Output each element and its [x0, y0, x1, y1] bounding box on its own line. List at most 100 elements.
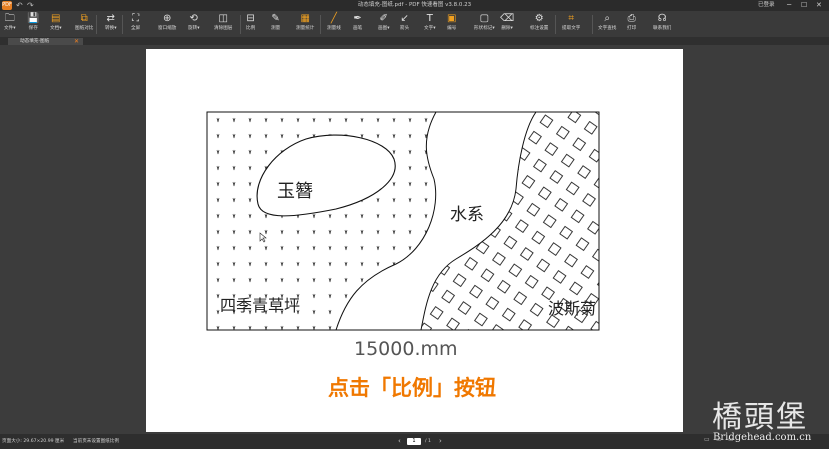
page-number-input[interactable]: 1 — [407, 438, 421, 445]
toolbar-label: 窗口缩放 — [158, 26, 177, 31]
toolbar-separator — [240, 15, 241, 34]
rotate-button[interactable]: ⟲ 旋转▾ — [188, 11, 200, 37]
chrysanthemum-hatch — [421, 112, 599, 330]
document-tab-bar: 动态填充-图纸 ✕ — [0, 37, 829, 45]
toolbar-label: 测量统计 — [296, 26, 315, 31]
pen-icon: ✒ — [353, 13, 362, 24]
measure-icon: ✎ — [271, 13, 280, 24]
save-icon: 💾 — [27, 13, 40, 24]
toolbar-label: 文档▾ — [50, 26, 62, 31]
number-icon: ▣ — [447, 13, 457, 24]
dimension-label: 15000.mm — [354, 338, 458, 360]
fullscreen-icon: ⛶ — [132, 13, 140, 24]
watermark-logo: 橋頭堡 — [712, 400, 808, 435]
label-chrysanthemum: 波斯菊 — [548, 299, 596, 318]
convert-button[interactable]: ⇄ 转换▾ — [105, 11, 117, 37]
measure-stats-button[interactable]: ▦ 测量统计 — [296, 11, 314, 37]
toolbar-label: 清除图层 — [214, 26, 233, 31]
watermark-url: Bridgehead.com.cn — [713, 432, 812, 443]
layer-icon: ◫ — [218, 13, 228, 24]
print-icon: ⎙ — [627, 13, 636, 24]
toolbar-label: 标注设置 — [530, 26, 549, 31]
erase-content-button[interactable]: ◫ 清除图层 — [214, 11, 232, 37]
fullscreen-button[interactable]: ⛶ 全屏 — [131, 11, 140, 37]
window-zoom-button[interactable]: ⊕ 窗口缩放 — [158, 11, 176, 37]
toolbar-label: 形状标记▾ — [474, 26, 495, 31]
toolbar-label: 画图▾ — [378, 26, 390, 31]
arrow-button[interactable]: ↙ 箭头 — [400, 11, 409, 37]
save-button[interactable]: 💾 保存 — [27, 11, 39, 37]
tab-label: 动态填充-图纸 — [20, 39, 50, 44]
label-jade: 玉簪 — [277, 181, 313, 202]
print-button[interactable]: ⎙ 打印 — [627, 11, 636, 37]
shape-button[interactable]: ✐ 画图▾ — [378, 11, 390, 37]
search-icon: ⌕ — [604, 13, 610, 24]
next-page-icon[interactable]: › — [439, 434, 442, 449]
delete-button[interactable]: ⌫ 删除▾ — [500, 11, 514, 37]
scale-hint[interactable]: 当前页未设置图纸比例 — [73, 434, 119, 449]
title-bar: PDF ↶ ↷ 动态填充-图纸.pdf - PDF 快速看图 v3.8.0.23… — [0, 0, 829, 11]
file-button[interactable]: 🗀 文件▾ — [4, 11, 16, 37]
toolbar-label: 保存 — [28, 26, 38, 31]
shape-mark-button[interactable]: ▢ 形状标记▾ — [474, 11, 495, 37]
toolbar-label: 联系我们 — [653, 26, 672, 31]
extract-text-button[interactable]: ⌗ 提取文字 — [562, 11, 580, 37]
rotate-icon: ⟲ — [189, 13, 198, 24]
toolbar-label: 删除▾ — [501, 26, 513, 31]
window-title: 动态填充-图纸.pdf - PDF 快速看图 v3.8.0.23 — [357, 2, 472, 8]
line-button[interactable]: ╱ 测量线 — [327, 11, 341, 37]
view-single-icon[interactable]: ▭ — [704, 436, 710, 443]
toolbar-label: 比例 — [246, 26, 256, 31]
page-total: / 1 — [425, 439, 431, 444]
toolbar-label: 打印 — [627, 26, 637, 31]
toolbar-label: 提取文字 — [562, 26, 581, 31]
folder-icon: 🗀 — [4, 13, 15, 24]
toolbar-label: 画笔 — [353, 26, 363, 31]
toolbar-label: 箭头 — [400, 26, 410, 31]
toolbar-label: 文字查找 — [598, 26, 617, 31]
toolbar-label: 转换▾ — [105, 26, 117, 31]
toolbar-label: 图纸对比 — [75, 26, 94, 31]
arrow-icon: ↙ — [400, 13, 409, 24]
text-search-button[interactable]: ⌕ 文字查找 — [598, 11, 616, 37]
doc-button[interactable]: ▤ 文档▾ — [50, 11, 62, 37]
minimize-icon[interactable]: ─ — [787, 0, 791, 11]
scale-icon: ⊟ — [246, 13, 255, 24]
mark-settings-button[interactable]: ⚙ 标注设置 — [530, 11, 548, 37]
toolbar-label: 全屏 — [131, 26, 141, 31]
line-icon: ╱ — [330, 13, 337, 24]
stats-icon: ▦ — [300, 13, 310, 24]
measure-button[interactable]: ✎ 测量 — [271, 11, 280, 37]
scale-button[interactable]: ⊟ 比例 — [246, 11, 255, 37]
document-icon: ▤ — [51, 13, 61, 24]
contact-button[interactable]: ☊ 联系我们 — [653, 11, 671, 37]
label-water: 水系 — [450, 205, 484, 225]
toolbar-label: 文字▾ — [424, 26, 436, 31]
text-button[interactable]: T 文字▾ — [424, 11, 436, 37]
main-toolbar: 🗀 文件▾ 💾 保存 ▤ 文档▾ ⧉ 图纸对比 ⇄ 转换▾ ⛶ 全屏 ⊕ 窗口缩放 ⟲ 旋转▾ ◫ 清除图层 ⊟ 比例… — [0, 11, 829, 37]
toolbar-label: 旋转▾ — [188, 26, 200, 31]
close-window-icon[interactable]: ✕ — [816, 0, 822, 11]
compare-icon: ⧉ — [80, 13, 88, 24]
tab-document[interactable]: 动态填充-图纸 ✕ — [8, 38, 83, 45]
instruction-caption: 点击「比例」按钮 — [328, 376, 496, 400]
prev-page-icon[interactable]: ‹ — [398, 434, 401, 449]
login-status[interactable]: 已登录 — [758, 0, 775, 11]
toolbar-label: 文件▾ — [4, 26, 16, 31]
tab-close-icon[interactable]: ✕ — [74, 38, 79, 45]
pen-button[interactable]: ✒ 画笔 — [353, 11, 362, 37]
zoom-icon: ⊕ — [163, 13, 172, 24]
toolbar-label: 编号 — [447, 26, 457, 31]
compare-button[interactable]: ⧉ 图纸对比 — [75, 11, 93, 37]
eraser-icon: ⌫ — [500, 13, 515, 24]
toolbar-separator — [555, 15, 556, 34]
toolbar-separator — [320, 15, 321, 34]
brush-icon: ✐ — [379, 13, 388, 24]
page-size-info: 页面大小: 29.67×20.99 厘米 — [2, 439, 65, 444]
pdf-page[interactable]: 玉簪 水系 四季青草坪 波斯菊 15000.mm 点击「比例」按钮 — [146, 49, 683, 432]
maximize-icon[interactable]: ☐ — [801, 0, 807, 11]
number-button[interactable]: ▣ 编号 — [447, 11, 456, 37]
extract-icon: ⌗ — [568, 13, 575, 24]
toolbar-separator — [96, 15, 97, 34]
settings-icon: ⚙ — [534, 13, 544, 24]
